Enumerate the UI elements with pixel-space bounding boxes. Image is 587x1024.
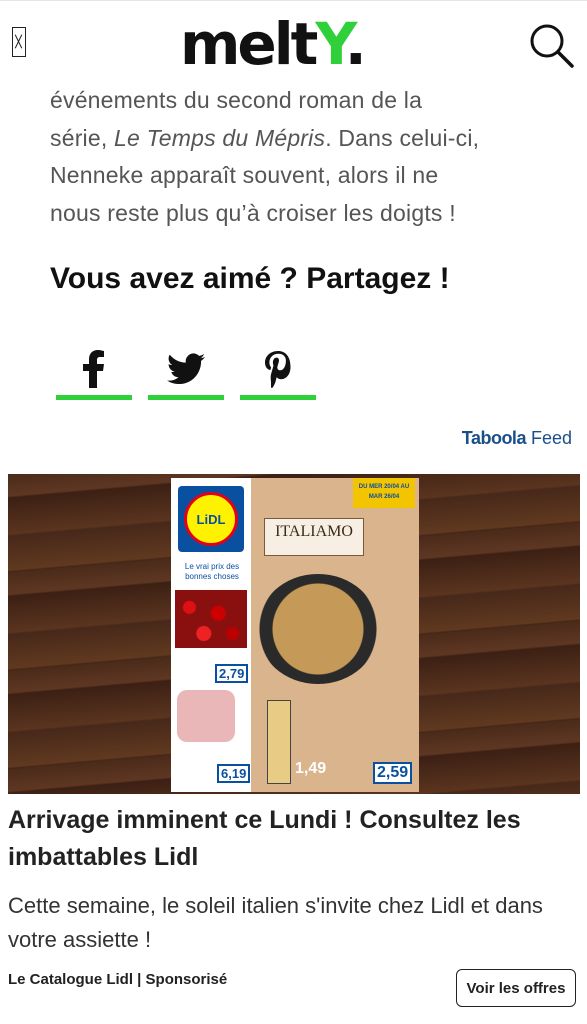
share-heading: Vous avez aimé ? Partagez ! <box>50 262 450 295</box>
taboola-brand: Taboola <box>461 428 527 448</box>
share-underline <box>148 395 224 400</box>
ad-source: Le Catalogue Lidl | Sponsorisé <box>8 971 228 988</box>
book-title: Le Temps du Mépris <box>114 124 326 151</box>
lidl-flyer: LiDL Le vrai prix des bonnes choses 2,79… <box>171 478 419 792</box>
menu-icon[interactable] <box>12 27 26 57</box>
taboola-feed-text: Feed <box>530 428 572 448</box>
share-underline <box>56 395 132 400</box>
article-line: nous reste plus qu’à croiser les doigts … <box>50 199 456 226</box>
melty-logo[interactable]: meltY. <box>180 9 367 79</box>
lidl-logo: LiDL <box>178 486 244 552</box>
share-twitter-button[interactable] <box>148 345 224 400</box>
ad-image[interactable]: LiDL Le vrai prix des bonnes choses 2,79… <box>8 474 580 794</box>
share-underline <box>240 395 316 400</box>
italiamo-label: ITALIAMO <box>264 518 364 556</box>
article-line: Nenneke apparaît souvent, alors il ne <box>50 162 439 188</box>
pinterest-icon <box>265 351 291 388</box>
article-line: série, Le Temps du Mépris. Dans celui-ci… <box>50 124 480 151</box>
price-tag: 1,49 <box>295 760 327 777</box>
strawberries-photo <box>175 590 247 648</box>
ad-title[interactable]: Arrivage imminent ce Lundi ! Consultez l… <box>8 802 580 876</box>
facebook-icon <box>83 350 104 388</box>
share-facebook-button[interactable] <box>56 345 132 400</box>
ad-description[interactable]: Cette semaine, le soleil italien s'invit… <box>8 889 583 957</box>
spaghetti-box <box>267 700 291 784</box>
site-header: meltY. <box>0 0 587 81</box>
price-tag: 2,79 <box>215 664 249 683</box>
flyer-slogan: Le vrai prix des bonnes choses <box>184 562 240 581</box>
pasta-pan-photo <box>257 574 379 684</box>
date-badge: DU MER 20/04 AU MAR 26/04 <box>353 478 415 508</box>
article-body: événements du second roman de la série, … <box>50 82 560 232</box>
see-offers-button[interactable]: Voir les offres <box>456 969 576 1007</box>
price-tag: 2,59 <box>373 762 413 784</box>
price-tag: 6,19 <box>217 764 251 783</box>
search-icon[interactable] <box>528 22 574 68</box>
twitter-icon <box>167 353 205 385</box>
article-line: événements du second roman de la <box>50 87 423 113</box>
pork-photo <box>177 690 235 742</box>
share-pinterest-button[interactable] <box>240 345 316 400</box>
taboola-feed-label[interactable]: Taboola Feed <box>462 428 572 449</box>
